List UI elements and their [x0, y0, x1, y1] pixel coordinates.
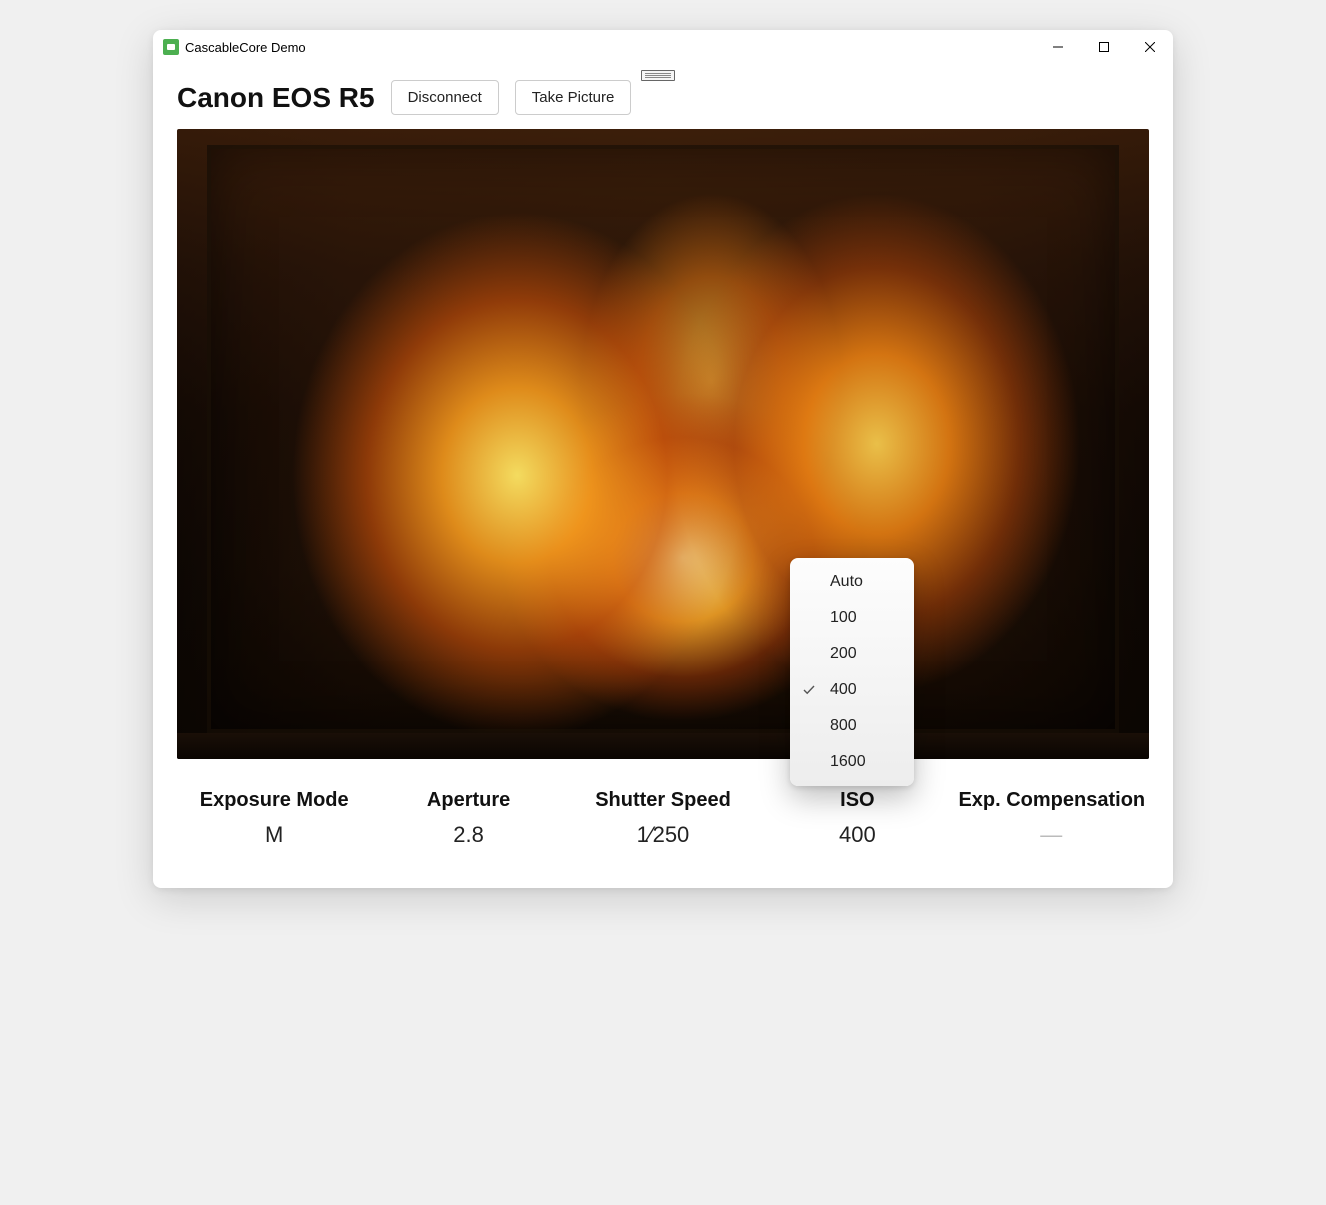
iso-option-label: 1600	[830, 753, 898, 771]
close-button[interactable]	[1127, 30, 1173, 64]
iso-option[interactable]: 400	[790, 672, 914, 708]
maximize-icon	[1099, 42, 1109, 52]
shutter-speed-value[interactable]: 1⁄250	[566, 822, 760, 848]
exp-compensation-value[interactable]: —	[955, 822, 1149, 848]
iso-option-label: Auto	[830, 573, 898, 591]
aperture-label: Aperture	[371, 789, 565, 812]
keyboard-icon	[641, 70, 675, 81]
camera-name: Canon EOS R5	[177, 82, 375, 114]
exp-compensation-label: Exp. Compensation	[955, 789, 1149, 812]
app-icon	[163, 39, 179, 55]
window-controls	[1035, 30, 1173, 64]
iso-option-label: 100	[830, 609, 898, 627]
window-title: CascableCore Demo	[185, 40, 306, 55]
app-window: CascableCore Demo Canon EOS R5 Disconnec…	[153, 30, 1173, 888]
iso-option-label: 200	[830, 645, 898, 663]
iso-label: ISO	[760, 789, 954, 812]
setting-aperture: Aperture 2.8	[371, 789, 565, 848]
iso-option[interactable]: 100	[790, 600, 914, 636]
setting-exp-compensation: Exp. Compensation —	[955, 789, 1149, 848]
minimize-icon	[1053, 42, 1063, 52]
settings-row: Exposure Mode M Aperture 2.8 Shutter Spe…	[153, 759, 1173, 888]
iso-option[interactable]: 800	[790, 708, 914, 744]
minimize-button[interactable]	[1035, 30, 1081, 64]
iso-option-label: 400	[830, 681, 898, 699]
disconnect-button[interactable]: Disconnect	[391, 80, 499, 115]
setting-iso: ISO 400	[760, 789, 954, 848]
check-icon	[802, 684, 816, 696]
shutter-speed-label: Shutter Speed	[566, 789, 760, 812]
maximize-button[interactable]	[1081, 30, 1127, 64]
iso-option-label: 800	[830, 717, 898, 735]
setting-shutter-speed: Shutter Speed 1⁄250	[566, 789, 760, 848]
close-icon	[1145, 42, 1155, 52]
aperture-value[interactable]: 2.8	[371, 822, 565, 848]
setting-exposure-mode: Exposure Mode M	[177, 789, 371, 848]
iso-option[interactable]: Auto	[790, 564, 914, 600]
live-preview	[177, 129, 1149, 759]
iso-dropdown[interactable]: Auto 100 200 400 800 1600	[790, 558, 914, 786]
iso-option[interactable]: 1600	[790, 744, 914, 780]
exposure-mode-value[interactable]: M	[177, 822, 371, 848]
iso-value[interactable]: 400	[760, 822, 954, 848]
titlebar: CascableCore Demo	[153, 30, 1173, 64]
exposure-mode-label: Exposure Mode	[177, 789, 371, 812]
titlebar-left: CascableCore Demo	[163, 39, 306, 55]
take-picture-button[interactable]: Take Picture	[515, 80, 632, 115]
iso-option[interactable]: 200	[790, 636, 914, 672]
